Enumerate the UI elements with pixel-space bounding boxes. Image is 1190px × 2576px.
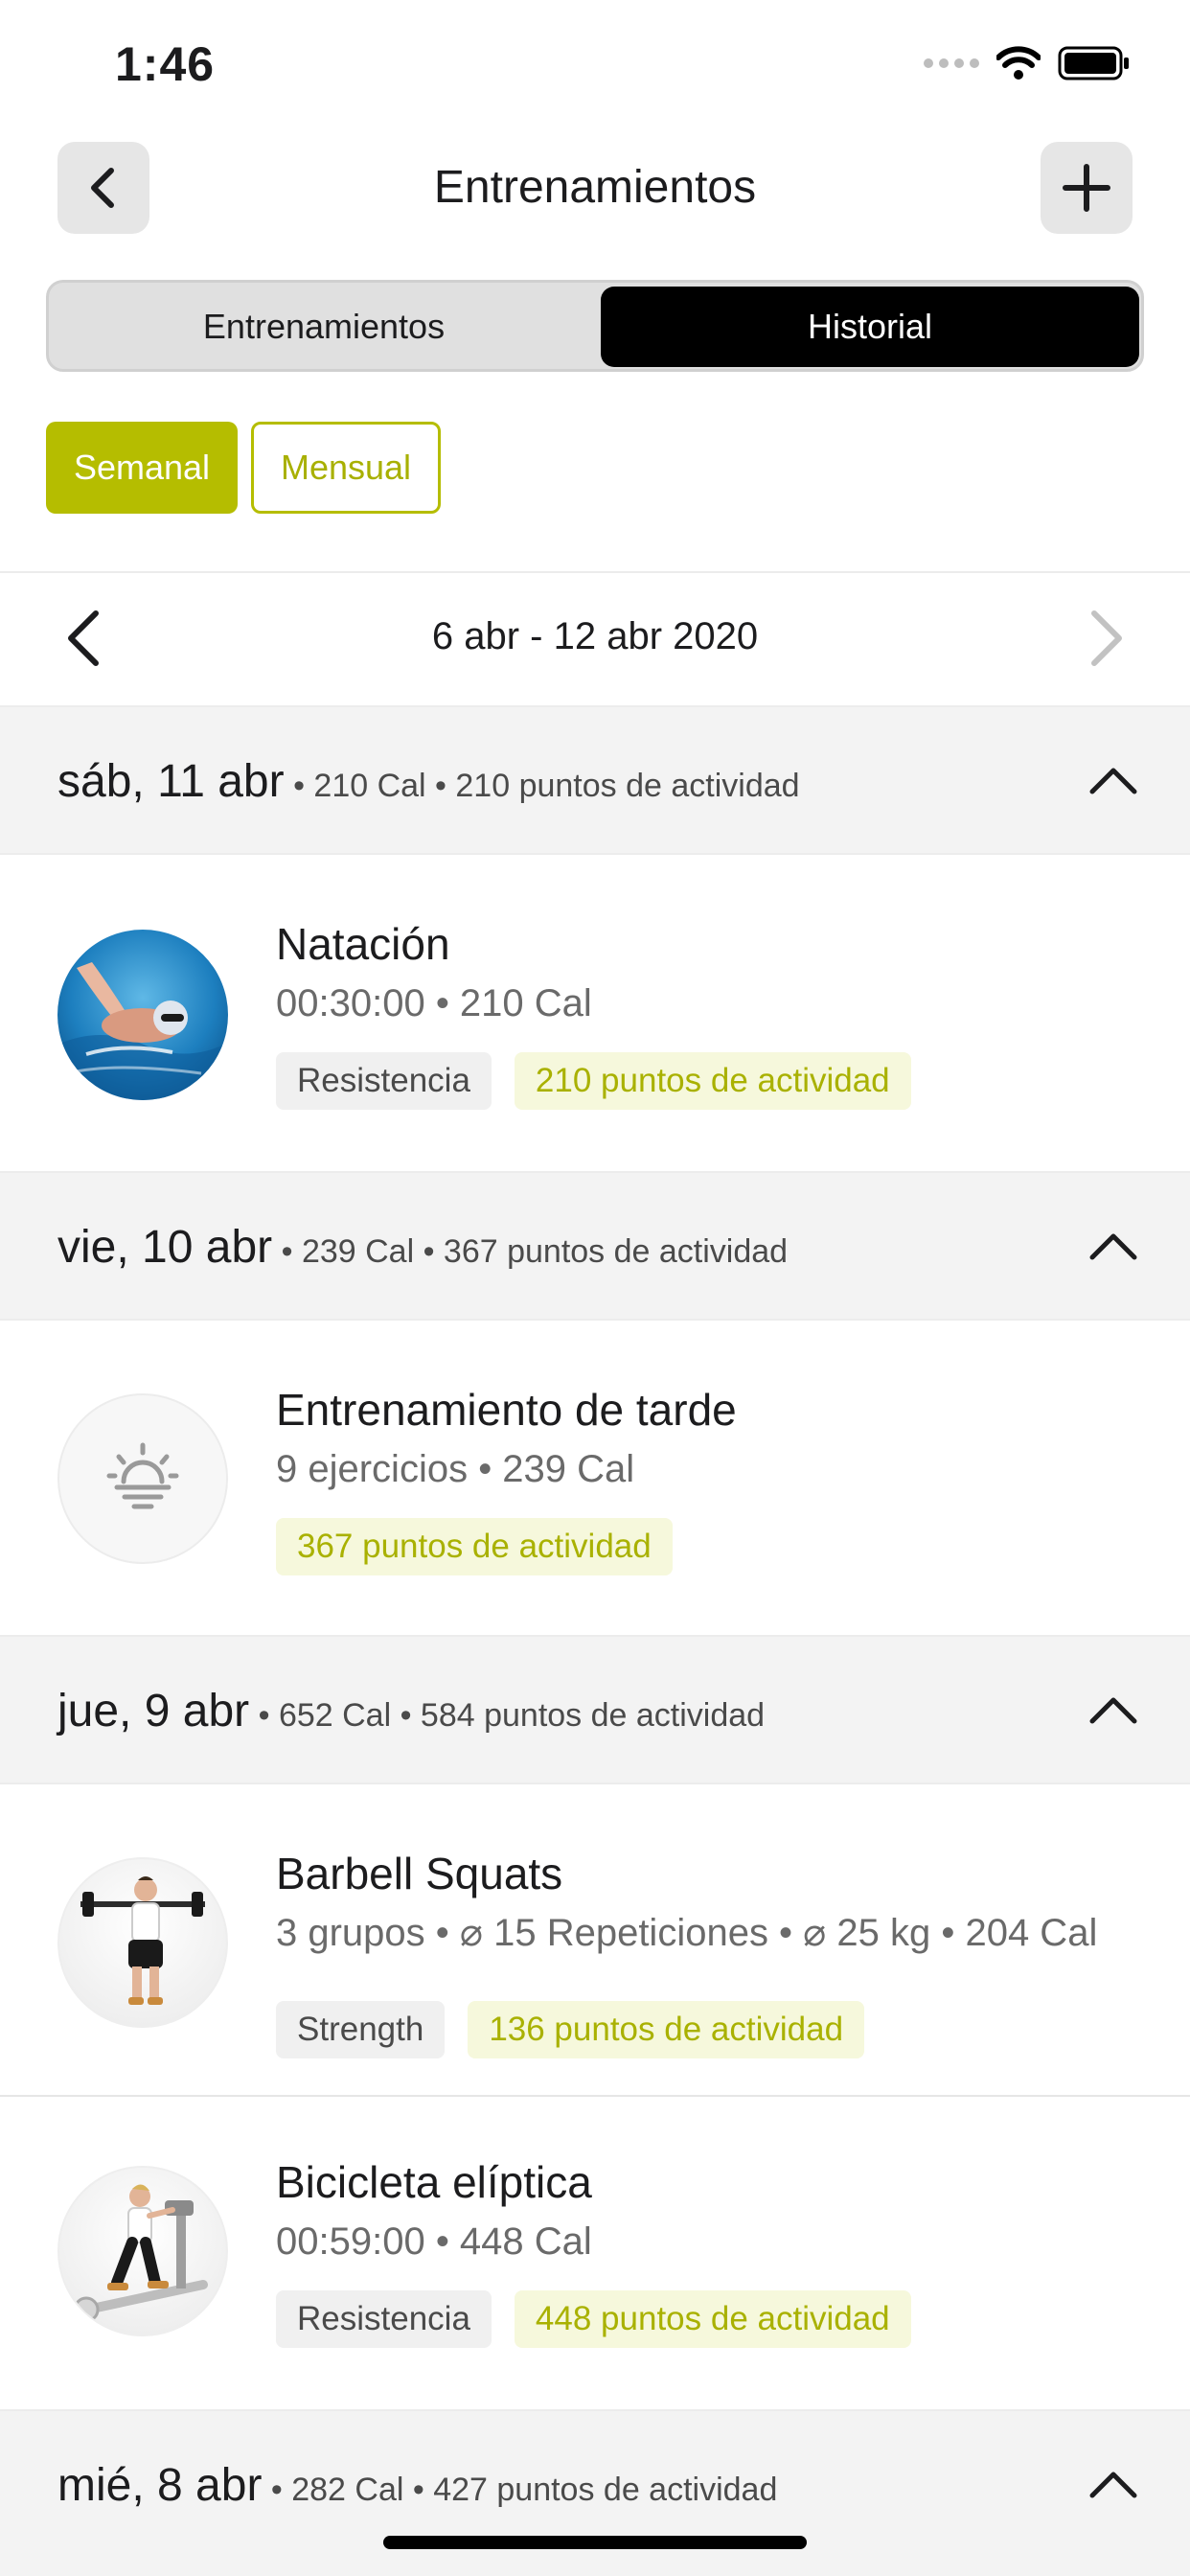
day-header[interactable]: mié, 8 abr • 282 Cal • 427 puntos de act…	[0, 2409, 1190, 2576]
chevron-up-icon[interactable]	[1087, 757, 1140, 805]
week-range-label: 6 abr - 12 abr 2020	[431, 615, 759, 657]
workout-meta: 3 grupos • ⌀ 15 Repeticiones • ⌀ 25 kg •…	[276, 1912, 1098, 1954]
wifi-icon	[996, 46, 1041, 80]
tab-historial[interactable]: Historial	[601, 287, 1139, 367]
sunset-icon	[57, 1393, 228, 1564]
week-navigator: 6 abr - 12 abr 2020	[0, 573, 1190, 705]
day-date: sáb, 11 abr	[57, 756, 285, 807]
workout-entry[interactable]: Bicicleta elíptica 00:59:00 • 448 Cal Re…	[0, 2099, 1190, 2411]
activity-points-badge: 448 puntos de actividad	[514, 2290, 911, 2348]
activity-points-badge: 367 puntos de actividad	[276, 1518, 673, 1576]
filter-monthly-button[interactable]: Mensual	[251, 422, 441, 514]
day-summary: • 652 Cal • 584 puntos de actividad	[258, 1697, 766, 1734]
day-header-text: vie, 10 abr • 239 Cal • 367 puntos de ac…	[57, 1221, 788, 1274]
day-header-text: mié, 8 abr • 282 Cal • 427 puntos de act…	[57, 2459, 777, 2512]
tab-entrenamientos[interactable]: Entrenamientos	[53, 287, 595, 367]
workout-meta: 9 ejercicios • 239 Cal	[276, 1448, 635, 1490]
workout-tags: 367 puntos de actividad	[276, 1518, 673, 1576]
day-summary: • 282 Cal • 427 puntos de actividad	[270, 2472, 778, 2508]
category-badge: Resistencia	[276, 2290, 492, 2348]
workout-title: Entrenamiento de tarde	[276, 1385, 737, 1435]
workout-meta: 00:59:00 • 448 Cal	[276, 2220, 592, 2263]
day-summary: • 239 Cal • 367 puntos de actividad	[281, 1233, 789, 1270]
workout-meta: 00:30:00 • 210 Cal	[276, 982, 592, 1024]
day-header[interactable]: jue, 9 abr • 652 Cal • 584 puntos de act…	[0, 1635, 1190, 1784]
page-title: Entrenamientos	[433, 162, 757, 213]
workout-entry[interactable]: Entrenamiento de tarde 9 ejercicios • 23…	[0, 1321, 1190, 1637]
day-header-text: sáb, 11 abr • 210 Cal • 210 puntos de ac…	[57, 755, 800, 808]
workout-tags: Resistencia 448 puntos de actividad	[276, 2290, 911, 2348]
elliptical-image	[57, 2166, 228, 2336]
category-badge: Strength	[276, 2001, 446, 2058]
category-badge: Resistencia	[276, 1052, 492, 1110]
workout-title: Natación	[276, 919, 450, 969]
day-date: mié, 8 abr	[57, 2460, 263, 2511]
chevron-up-icon[interactable]	[1087, 1687, 1140, 1735]
chevron-up-icon[interactable]	[1087, 1223, 1140, 1271]
activity-points-badge: 136 puntos de actividad	[468, 2001, 865, 2058]
battery-icon	[1058, 46, 1129, 80]
status-time: 1:46	[115, 37, 216, 91]
chevron-up-icon[interactable]	[1087, 2461, 1140, 2509]
day-header[interactable]: vie, 10 abr • 239 Cal • 367 puntos de ac…	[0, 1171, 1190, 1321]
day-header-text: jue, 9 abr • 652 Cal • 584 puntos de act…	[57, 1685, 765, 1737]
workout-tags: Resistencia 210 puntos de actividad	[276, 1052, 911, 1110]
workout-tags: Strength 136 puntos de actividad	[276, 2001, 865, 2058]
workout-entry[interactable]: Natación 00:30:00 • 210 Cal Resistencia …	[0, 855, 1190, 1171]
segmented-control: Entrenamientos Historial	[46, 280, 1144, 372]
day-summary: • 210 Cal • 210 puntos de actividad	[293, 768, 800, 804]
swimmer-image	[57, 930, 228, 1100]
status-icons	[924, 46, 1131, 80]
day-header[interactable]: sáb, 11 abr • 210 Cal • 210 puntos de ac…	[0, 705, 1190, 855]
day-date: vie, 10 abr	[57, 1222, 273, 1273]
home-indicator	[383, 2536, 807, 2549]
filter-weekly-button[interactable]: Semanal	[46, 422, 238, 514]
workout-title: Bicicleta elíptica	[276, 2157, 592, 2207]
status-bar: 1:46	[0, 0, 1190, 126]
workout-title: Barbell Squats	[276, 1849, 563, 1898]
workout-entry[interactable]: Barbell Squats 3 grupos • ⌀ 15 Repeticio…	[0, 1784, 1190, 2097]
activity-points-badge: 210 puntos de actividad	[514, 1052, 911, 1110]
navigation-bar: Entrenamientos	[0, 142, 1190, 238]
barbell-squat-image	[57, 1857, 228, 2028]
day-date: jue, 9 abr	[57, 1686, 250, 1736]
add-button[interactable]	[1041, 142, 1133, 234]
plus-icon	[1063, 164, 1110, 212]
next-week-button[interactable]	[1083, 610, 1131, 667]
signal-icon	[924, 58, 979, 68]
